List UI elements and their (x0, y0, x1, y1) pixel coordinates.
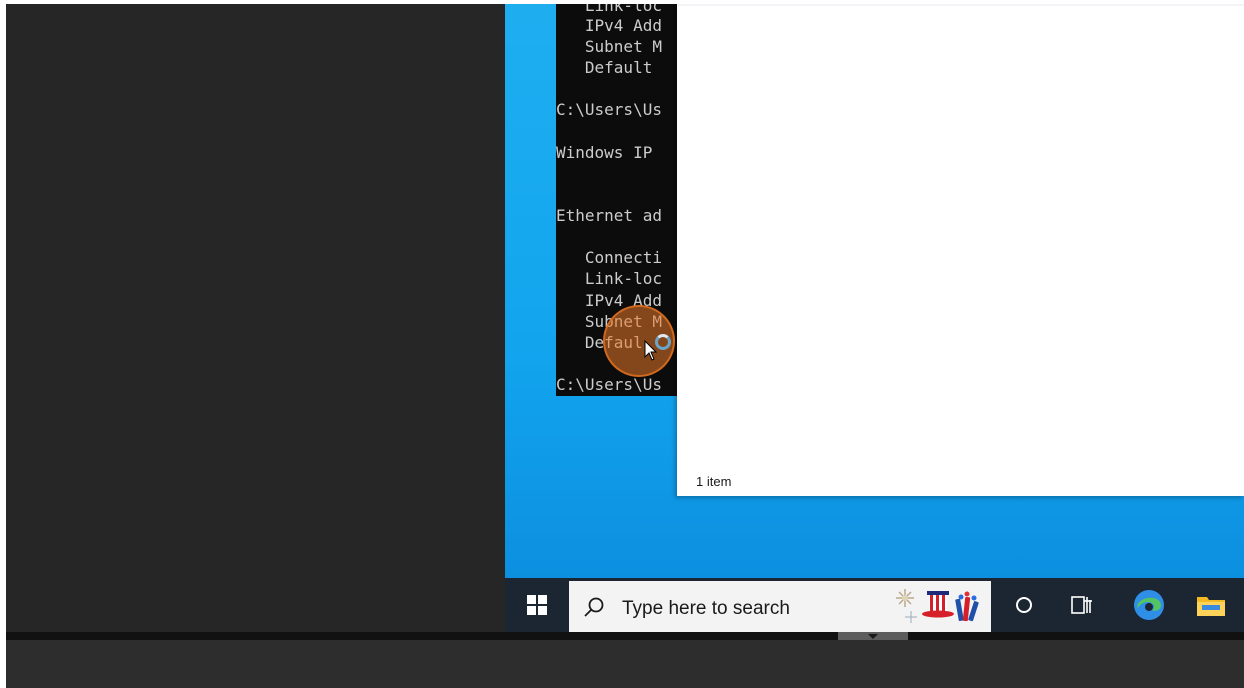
search-highlight-doodle-icon (896, 589, 979, 623)
cmd-line: C:\Users\Us (556, 100, 662, 119)
taskbar: Type here to search (505, 578, 1244, 632)
cmd-line: Ethernet ad (556, 206, 662, 225)
search-placeholder-text: Type here to search (622, 598, 790, 619)
bottom-dark-panel (0, 640, 1244, 688)
file-explorer-taskbar-button[interactable] (1193, 578, 1229, 632)
cmd-line: C:\Users\Us (556, 375, 662, 394)
cmd-line: Link-loc (556, 269, 662, 288)
task-view-button[interactable] (1067, 578, 1097, 632)
cortana-circle-icon (1016, 597, 1032, 613)
windows-logo-icon (527, 595, 547, 615)
left-dark-panel (0, 0, 505, 632)
chevron-down-icon (868, 634, 878, 639)
cmd-line: Connecti (556, 248, 662, 267)
file-explorer-window[interactable]: 1 item (677, 4, 1244, 496)
explorer-status-item-count: 1 item (696, 474, 732, 489)
bottom-divider (0, 632, 1244, 640)
cortana-button[interactable] (1009, 578, 1039, 632)
cmd-line: Windows IP (556, 143, 662, 162)
cmd-line: Subnet M (556, 37, 662, 56)
mouse-pointer-icon (644, 340, 658, 361)
cmd-line: IPv4 Add (556, 16, 662, 35)
top-edge (0, 0, 1244, 4)
left-edge (0, 0, 6, 688)
cmd-line: Default (556, 58, 662, 77)
desktop: Link-loc IPv4 Add Subnet M Default C:\Us… (505, 4, 1244, 578)
task-view-icon (1071, 596, 1092, 614)
file-explorer-icon (1197, 597, 1225, 616)
start-button[interactable] (505, 578, 569, 632)
cmd-line: Link-loc (556, 4, 662, 15)
edge-taskbar-button[interactable] (1129, 578, 1169, 632)
explorer-top-edge (677, 4, 1244, 6)
taskbar-search-box[interactable]: Type here to search (569, 581, 991, 632)
edge-browser-icon (1134, 590, 1164, 620)
search-icon (584, 597, 604, 617)
